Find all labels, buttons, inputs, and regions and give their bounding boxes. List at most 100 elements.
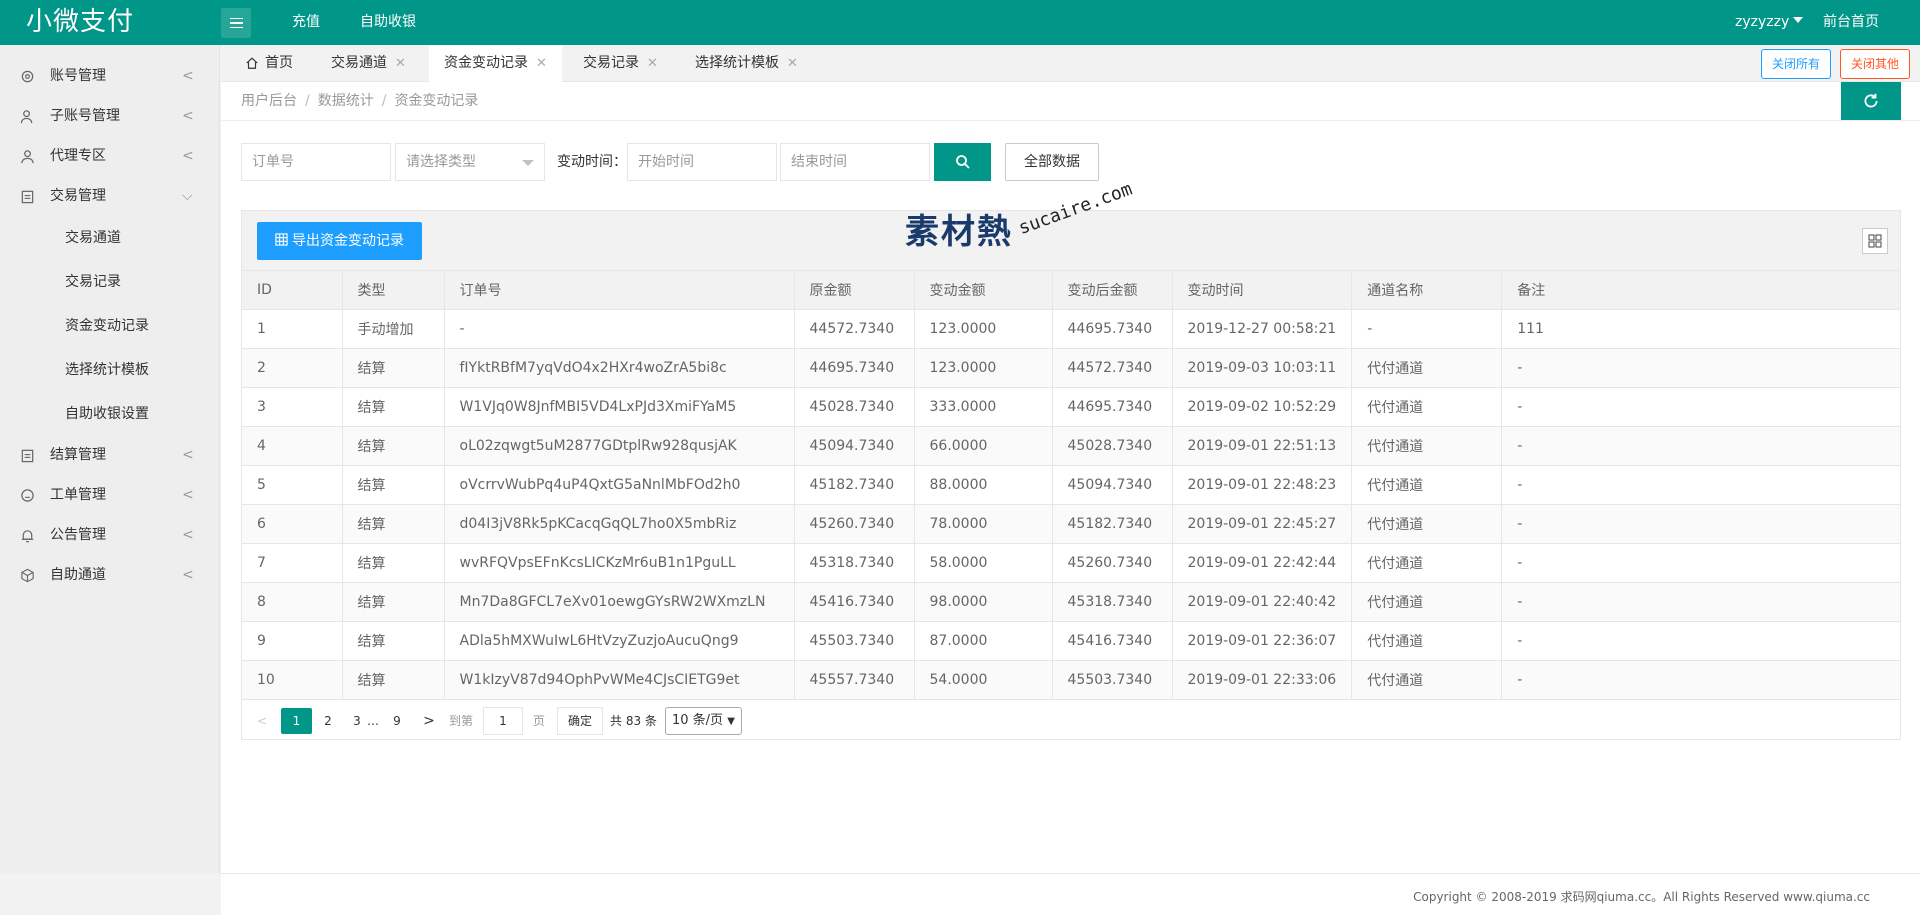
page-button[interactable]: 9 [387,708,407,734]
page-button[interactable]: 2 [318,708,338,734]
type-select[interactable]: 请选择类型 [395,143,545,181]
sidebar-sub-self-cashier-settings[interactable]: 自助收银设置 [0,392,220,436]
table-cell: 2019-09-01 22:40:42 [1172,582,1353,622]
close-all-button[interactable]: 关闭所有 [1761,49,1832,79]
table-row[interactable]: 1 手动增加 -44572.7340 123.0000 44695.7340 2019-1… [242,309,1900,349]
tab-fund-changes[interactable]: 资金变动记录 ✕ [429,45,562,82]
column-header[interactable]: 原金额 [794,271,915,310]
nav-self-cashier[interactable]: 自助收银 [360,0,416,45]
all-data-button[interactable]: 全部数据 [1005,143,1099,181]
table-row[interactable]: 8 结算 Mn7Da8GFCL7eXv01oewgGYsRW2WXmzLN 45416… [242,582,1900,622]
tab-trade-records[interactable]: 交易记录 ✕ [583,45,658,82]
sidebar-item-tickets[interactable]: 工单管理 < [0,475,220,515]
nav-recharge[interactable]: 充值 [292,0,320,45]
sidebar-item-self-channel[interactable]: 自助通道 < [0,555,220,595]
sidebar-item-subaccount[interactable]: 子账号管理 < [0,96,220,136]
sidebar-sub-trade-records[interactable]: 交易记录 [0,260,220,304]
export-button[interactable]: 导出资金变动记录 [257,222,422,260]
sidebar-item-settlement[interactable]: 结算管理 < [0,435,220,475]
chevron-left-icon: < [182,68,194,84]
sidebar-item-account[interactable]: 账号管理 < [0,56,220,96]
tab-trade-channel[interactable]: 交易通道 ✕ [331,45,406,82]
column-header[interactable]: 变动后金额 [1052,271,1173,310]
page-label: 页 [533,714,546,728]
column-header[interactable]: 变动金额 [914,271,1053,310]
search-button[interactable] [934,143,991,181]
table-cell: 5 [242,465,343,505]
column-header[interactable]: 变动时间 [1172,271,1353,310]
home-icon [246,57,258,69]
goto-page-input[interactable]: 1 [483,707,523,735]
bell-icon [21,530,34,543]
table-cell: 2019-09-01 22:48:23 [1172,465,1353,505]
sidebar-item-agent[interactable]: 代理专区 < [0,136,220,176]
chevron-left-icon: < [182,108,194,124]
close-icon[interactable]: ✕ [536,56,547,71]
table-row[interactable]: 3 结算 W1VJq0W8JnfMBI5VD4LxPJd3XmiFYaM5 45028… [242,387,1900,427]
column-header[interactable]: 类型 [342,271,445,310]
page-button-current[interactable]: 1 [281,708,312,734]
sidebar-item-trade[interactable]: 交易管理 ⌵ [0,176,220,216]
menu-toggle-button[interactable] [221,8,251,38]
frontpage-link[interactable]: 前台首页 [1823,0,1879,45]
table-cell: 45318.7340 [1052,582,1173,622]
sidebar-sub-fund-changes[interactable]: 资金变动记录 [0,304,220,348]
breadcrumb: 用户后台 / 数据统计 / 资金变动记录 [241,93,479,109]
table-cell: - [1501,426,1900,466]
sidebar-sub-stat-template[interactable]: 选择统计模板 [0,348,220,392]
table-cell: 4 [242,426,343,466]
chevron-down-icon: ⌵ [182,188,193,204]
close-icon[interactable]: ✕ [647,56,658,71]
end-time-input[interactable]: 结束时间 [780,143,930,181]
page-size-select[interactable]: 10 条/页 ▼ [665,707,742,735]
table-row[interactable]: 5 结算 oVcrrvWubPq4uP4QxtG5aNnlMbFOd2h0 45182… [242,465,1900,505]
column-filter-button[interactable] [1862,228,1888,254]
sidebar-item-label: 工单管理 [50,487,106,503]
sidebar-sub-trade-channel[interactable]: 交易通道 [0,216,220,260]
close-icon[interactable]: ✕ [395,56,406,71]
column-header[interactable]: 备注 [1501,271,1900,310]
table-row[interactable]: 4 结算 oL02zqwgt5uM2877GDtplRw928qusjAK 45094… [242,426,1900,466]
table-cell: 45503.7340 [794,621,915,661]
table-cell: 结算 [342,582,445,622]
page-ellipsis: … [367,714,379,728]
table-cell: 45416.7340 [1052,621,1173,661]
table-row[interactable]: 2 结算 fIYktRBfM7yqVdO4x2HXr4woZrA5bi8c 44695… [242,348,1900,388]
sidebar-item-announcements[interactable]: 公告管理 < [0,515,220,555]
table-cell: oL02zqwgt5uM2877GDtplRw928qusjAK [444,426,795,466]
next-page-button[interactable]: > [419,708,439,734]
table-cell: 111 [1501,309,1900,349]
close-icon[interactable]: ✕ [787,56,798,71]
tab-home[interactable]: 首页 [243,45,301,82]
close-others-button[interactable]: 关闭其他 [1840,49,1911,79]
sidebar-item-label: 结算管理 [50,447,106,463]
prev-page-button[interactable]: < [252,708,272,734]
table-cell: d04I3jV8Rk5pKCacqGqQL7ho0X5mbRiz [444,504,795,544]
table-cell: 44572.7340 [1052,348,1173,388]
watermark-logo: 素材熱 [905,212,1013,252]
table-row[interactable]: 10 结算 W1kIzyV87d94OphPvWMe4CJsCIETG9et 4555… [242,660,1900,700]
breadcrumb-item[interactable]: 数据统计 [318,93,374,109]
table-row[interactable]: 6 结算 d04I3jV8Rk5pKCacqGqQL7ho0X5mbRiz 45260… [242,504,1900,544]
fund-changes-table: ID 类型 订单号 原金额 变动金额 变动后金额 变动时间 通道名称 备注 1手… [242,271,1900,700]
start-time-input[interactable]: 开始时间 [627,143,777,181]
goto-confirm-button[interactable]: 确定 [557,707,604,735]
column-header[interactable]: 通道名称 [1351,271,1503,310]
table-row[interactable]: 7 结算 wvRFQVpsEFnKcsLICKzMr6uB1n1PguLL 45318… [242,543,1900,583]
refresh-button[interactable] [1841,82,1901,120]
refresh-icon [1864,93,1878,108]
user-menu[interactable]: zyzyzzy [1735,0,1804,45]
table-cell: oVcrrvWubPq4uP4QxtG5aNnlMbFOd2h0 [444,465,795,505]
table-cell: 2019-09-01 22:42:44 [1172,543,1353,583]
column-header[interactable]: ID [242,271,343,310]
tab-stat-template[interactable]: 选择统计模板 ✕ [695,45,798,82]
table-cell: 手动增加 [342,309,445,349]
table-cell: 44695.7340 [794,348,915,388]
order-number-input[interactable]: 订单号 [241,143,391,181]
column-header[interactable]: 订单号 [444,271,795,310]
table-row[interactable]: 9 结算 ADla5hMXWuIwL6HtVzyZuzjoAucuQng9 45503… [242,621,1900,661]
goto-label: 到第 [449,714,474,728]
pagination: < 1 2 3 … 9 > 到第 1 页 确定 共 83 条 10 条/页 ▼ [242,699,1900,739]
breadcrumb-item[interactable]: 用户后台 [241,93,297,109]
hamburger-icon [229,17,243,20]
